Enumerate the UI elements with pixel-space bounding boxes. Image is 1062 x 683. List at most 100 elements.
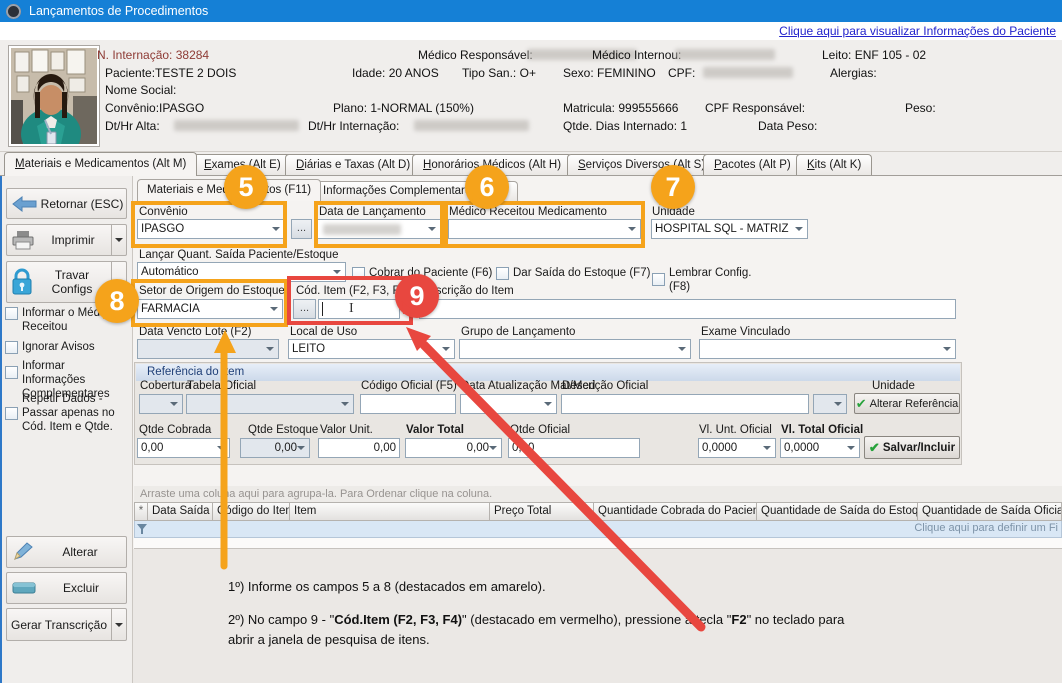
peso-label: Peso: bbox=[905, 101, 936, 115]
tab-diarias-taxas[interactable]: Diárias e Taxas (Alt D) bbox=[285, 154, 421, 176]
chevron-down-icon bbox=[266, 347, 274, 355]
dthr-internacao-redacted bbox=[414, 120, 529, 131]
chevron-down-icon bbox=[489, 446, 497, 454]
grid-filter-row[interactable]: Clique aqui para definir um Fi bbox=[134, 521, 1062, 538]
unidade-select[interactable]: HOSPITAL SQL - MATRIZ bbox=[651, 219, 808, 239]
n-internacao-label: N. Internação: bbox=[97, 48, 172, 62]
descricao-item-input[interactable] bbox=[419, 299, 956, 319]
nome-social-label: Nome Social: bbox=[105, 83, 176, 97]
checkbox-icon[interactable] bbox=[5, 307, 18, 320]
instruction-text: " (destacado em vermelho), pressione a t… bbox=[462, 612, 731, 627]
text-caret bbox=[322, 302, 323, 316]
patient-header: N. Internação: 38284 Médico Responsável:… bbox=[0, 40, 1062, 152]
grid-col-qtd-saida-estoque[interactable]: Quantidade de Saída do Estoque bbox=[757, 502, 918, 521]
tab-label: S bbox=[578, 159, 586, 171]
medico-internou-label: Médico Internou: bbox=[592, 48, 681, 62]
patient-info-link[interactable]: Clique aqui para visualizar Informações … bbox=[779, 24, 1056, 38]
chevron-down-icon bbox=[217, 446, 225, 454]
medico-internou-redacted bbox=[675, 49, 775, 60]
valor-unit-label: Valor Unit. bbox=[320, 424, 373, 436]
checkbox-repetir-dados[interactable]: Repetir Dados - Passar apenas no Cód. It… bbox=[5, 392, 129, 434]
vl-total-oficial-select[interactable]: 0,0000 bbox=[780, 438, 860, 458]
grid-header-row: * Data Saída Código do Item Item Preço T… bbox=[134, 502, 1062, 521]
vl-total-oficial-label: Vl. Total Oficial bbox=[781, 424, 863, 436]
callout-8: 8 bbox=[95, 279, 139, 323]
ibeam-cursor bbox=[349, 301, 356, 316]
tab-label: iárias e Taxas (Alt D) bbox=[304, 159, 410, 171]
grid-col-item[interactable]: Item bbox=[290, 502, 490, 521]
plano-field: Plano: 1-NORMAL (150%) bbox=[333, 101, 474, 115]
qtde-cobrada-select[interactable]: 0,00 bbox=[137, 438, 230, 458]
dthr-internacao-label: Dt/Hr Internação: bbox=[308, 119, 399, 133]
exame-vinculado-select[interactable] bbox=[699, 339, 956, 359]
cpf-responsavel-label: CPF Responsável: bbox=[705, 101, 805, 115]
local-uso-label: Local de Uso bbox=[290, 326, 357, 338]
data-atualizacao-select[interactable] bbox=[460, 394, 557, 414]
callout-7: 7 bbox=[651, 165, 695, 209]
dar-saida-checkbox[interactable] bbox=[496, 267, 509, 280]
vl-unt-oficial-select[interactable]: 0,0000 bbox=[698, 438, 776, 458]
chevron-down-icon bbox=[628, 227, 636, 235]
imprimir-dropdown[interactable] bbox=[111, 225, 126, 255]
excluir-button[interactable]: Excluir bbox=[6, 572, 127, 604]
checkbox-icon[interactable] bbox=[5, 366, 18, 379]
qtde-oficial-label: Qtde Oficial bbox=[510, 424, 570, 436]
lembrar-config-checkbox[interactable] bbox=[652, 273, 665, 286]
checkbox-icon[interactable] bbox=[5, 407, 18, 420]
valor-total-select[interactable]: 0,00 bbox=[405, 438, 502, 458]
grid-empty-row bbox=[134, 538, 1062, 549]
leito-label: Leito: bbox=[822, 48, 851, 62]
salvar-incluir-label: Salvar/Incluir bbox=[883, 442, 955, 454]
tab-servicos-diversos[interactable]: Serviços Diversos (Alt S) bbox=[567, 154, 716, 176]
cobrar-paciente-checkbox[interactable] bbox=[352, 267, 365, 280]
valor-unit-value: 0,00 bbox=[319, 442, 399, 454]
descricao-oficial-label: Descrição Oficial bbox=[562, 380, 648, 392]
medico-receitou-select[interactable] bbox=[448, 219, 641, 239]
eraser-icon bbox=[12, 582, 36, 594]
convenio-hdr-value: IPASGO bbox=[159, 101, 204, 115]
convenio-select[interactable]: IPASGO bbox=[137, 219, 285, 239]
setor-origem-value: FARMÁCIA bbox=[138, 303, 270, 315]
local-uso-select[interactable]: LEITO bbox=[288, 339, 455, 359]
tab-pacotes[interactable]: Pacotes (Alt P) bbox=[703, 154, 802, 176]
alterar-button[interactable]: Alterar bbox=[6, 536, 127, 568]
setor-origem-select[interactable]: FARMÁCIA bbox=[137, 299, 283, 319]
instruction-bold-cod-item: Cód.Item (F2, F3, F4) bbox=[334, 612, 462, 627]
instruction-line1: 1º) Informe os campos 5 a 8 (destacados … bbox=[228, 577, 546, 597]
codigo-oficial-input[interactable] bbox=[360, 394, 456, 414]
valor-total-value: 0,00 bbox=[406, 442, 489, 454]
vl-total-oficial-value: 0,0000 bbox=[781, 442, 847, 454]
checkbox-ignorar-avisos[interactable]: Ignorar Avisos bbox=[5, 340, 129, 354]
chevron-down-icon bbox=[428, 227, 436, 235]
checkbox-icon[interactable] bbox=[5, 341, 18, 354]
grid-col-qtd-saida-oficial[interactable]: Quantidade de Saída Oficial bbox=[918, 502, 1062, 521]
qtde-oficial-input[interactable]: 0,00 bbox=[508, 438, 640, 458]
alterar-referencia-button[interactable]: ✔Alterar Referência bbox=[854, 393, 960, 414]
gerar-dropdown[interactable] bbox=[111, 609, 126, 640]
grid-col-codigo-item[interactable]: Código do Item bbox=[213, 502, 290, 521]
lock-icon bbox=[11, 268, 33, 296]
convenio-browse-button[interactable]: ... bbox=[291, 219, 312, 239]
tabela-oficial-select bbox=[186, 394, 354, 414]
cod-item-input[interactable] bbox=[318, 299, 400, 319]
salvar-incluir-button[interactable]: ✔Salvar/Incluir bbox=[864, 436, 960, 459]
tab-kits[interactable]: Kits (Alt K) bbox=[796, 154, 872, 176]
grupo-lancamento-select[interactable] bbox=[459, 339, 691, 359]
data-peso-label: Data Peso: bbox=[758, 119, 817, 133]
descricao-oficial-input[interactable] bbox=[561, 394, 809, 414]
data-vencto-label: Data Vencto Lote (F2) bbox=[139, 326, 252, 338]
lancar-quant-select[interactable]: Automático bbox=[137, 262, 346, 282]
gerar-transcricao-button[interactable]: Gerar Transcrição bbox=[6, 608, 127, 641]
imprimir-button[interactable]: Imprimir bbox=[6, 224, 127, 256]
tab-materiais-medicamentos[interactable]: Materiais e Medicamentos (Alt M) bbox=[4, 152, 197, 176]
cod-item-browse-button[interactable]: ... bbox=[293, 299, 316, 319]
setor-origem-label: Setor de Origem do Estoque bbox=[139, 285, 285, 297]
grid-groupby-bar[interactable]: Arraste uma coluna aqui para agrupa-la. … bbox=[134, 486, 1062, 502]
grid-col-preco-total[interactable]: Preço Total bbox=[490, 502, 594, 521]
filter-hint: Clique aqui para definir um Fi bbox=[914, 522, 1058, 534]
grid-col-data-saida[interactable]: Data Saída bbox=[148, 502, 213, 521]
valor-unit-input[interactable]: 0,00 bbox=[318, 438, 400, 458]
lancar-quant-label: Lançar Quant. Saída Paciente/Estoque bbox=[139, 249, 338, 261]
retornar-button[interactable]: Retornar (ESC) bbox=[6, 188, 127, 219]
grid-col-qtd-cobrada[interactable]: Quantidade Cobrada do Paciente bbox=[594, 502, 757, 521]
